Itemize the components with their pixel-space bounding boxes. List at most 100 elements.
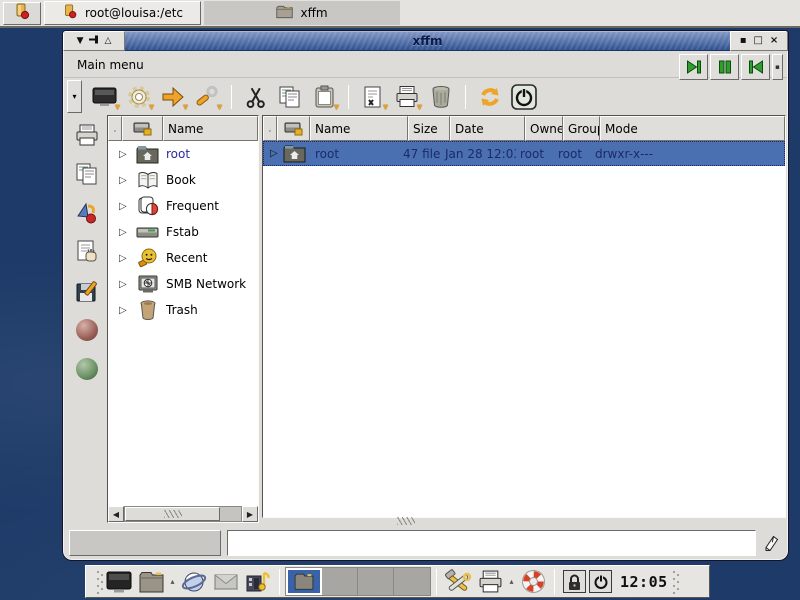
- side-green-sphere-button[interactable]: [72, 355, 102, 383]
- side-red-sphere-button[interactable]: [72, 316, 102, 344]
- main-menu-item[interactable]: Main menu: [64, 58, 144, 72]
- side-save-button[interactable]: [72, 277, 102, 305]
- panel-detach-button[interactable]: ▴: [506, 567, 517, 597]
- window-menu-icon[interactable]: ▼: [77, 37, 84, 46]
- panel-power-button[interactable]: [589, 570, 612, 593]
- panel-mail-button[interactable]: [210, 567, 242, 597]
- tree-item-fstab[interactable]: ▷ Fstab: [108, 219, 258, 245]
- mail-icon: [213, 572, 239, 591]
- tree-item-frequent[interactable]: ▷ Frequent: [108, 193, 258, 219]
- tree-item-root[interactable]: ▷ root: [108, 141, 258, 167]
- pin-icon[interactable]: [89, 34, 100, 48]
- expander-icon[interactable]: ▷: [119, 279, 129, 290]
- tree-icon-column-header[interactable]: [122, 116, 163, 141]
- side-select-button[interactable]: [72, 238, 102, 266]
- status-progress-box: [69, 530, 221, 556]
- panel-file-manager-button[interactable]: [135, 567, 167, 597]
- tree-item-label: Frequent: [166, 199, 219, 213]
- workspace-4[interactable]: [394, 568, 430, 595]
- panel-terminal-button[interactable]: [103, 567, 135, 597]
- file-sort-corner[interactable]: ,: [263, 116, 277, 141]
- tree-item-book[interactable]: ▷ Book: [108, 167, 258, 193]
- toolbar-collapse-button[interactable]: ▾: [67, 80, 82, 113]
- minimize-icon[interactable]: ▪: [740, 36, 747, 46]
- tree-item-smb-network[interactable]: ▷ SMB Network: [108, 271, 258, 297]
- taskbar-item-xffm[interactable]: xffm: [204, 1, 400, 25]
- launcher-button[interactable]: [3, 2, 41, 25]
- scrollbar-thumb[interactable]: [125, 507, 220, 521]
- panel-resize-grip-icon[interactable]: [397, 517, 415, 525]
- tree-item-trash[interactable]: ▷ Trash: [108, 297, 258, 323]
- workspace-3[interactable]: [358, 568, 394, 595]
- expander-icon[interactable]: ▷: [119, 305, 129, 316]
- column-header-size[interactable]: Size: [408, 116, 450, 141]
- panel-print-button[interactable]: [474, 567, 506, 597]
- close-icon[interactable]: ×: [770, 36, 778, 46]
- panel-browser-button[interactable]: [178, 567, 210, 597]
- scrollbar-track[interactable]: [124, 506, 242, 522]
- tree-sort-corner[interactable]: ,: [108, 116, 122, 141]
- file-icon-column-header[interactable]: [277, 116, 310, 141]
- pause-button[interactable]: [710, 54, 739, 80]
- copy-button[interactable]: [273, 81, 307, 112]
- panel-lock-button[interactable]: [563, 570, 586, 593]
- panel-media-button[interactable]: [242, 567, 274, 597]
- exit-button[interactable]: [507, 81, 541, 112]
- panel-help-button[interactable]: [517, 567, 549, 597]
- panel-grip-icon[interactable]: [96, 570, 103, 594]
- workspace-2[interactable]: [322, 568, 358, 595]
- column-header-date[interactable]: Date: [450, 116, 525, 141]
- expander-icon[interactable]: ▷: [119, 201, 129, 212]
- shade-icon[interactable]: △: [105, 37, 112, 46]
- file-row-root-selected[interactable]: ▷ root 47 files Jan 28 12:03 root root d…: [263, 141, 785, 166]
- refresh-button[interactable]: [473, 81, 507, 112]
- tree-name-column-header[interactable]: Name: [163, 116, 258, 141]
- device-icon: [133, 122, 152, 136]
- column-header-name[interactable]: Name: [310, 116, 408, 141]
- expander-icon[interactable]: ▷: [119, 149, 129, 160]
- side-differ-button[interactable]: [72, 199, 102, 227]
- side-copy-button[interactable]: [72, 160, 102, 188]
- workspace-1-active[interactable]: [286, 568, 322, 595]
- clear-button[interactable]: [756, 530, 783, 556]
- dropdown-badge-icon: ▾: [217, 103, 222, 113]
- command-input[interactable]: [227, 530, 756, 556]
- next-button[interactable]: [679, 54, 708, 80]
- tools-button[interactable]: ▾: [190, 81, 224, 112]
- cut-button[interactable]: [239, 81, 273, 112]
- tree-item-recent[interactable]: ▷ Recent: [108, 245, 258, 271]
- goto-button[interactable]: ▾: [156, 81, 190, 112]
- toolbar-separator: [348, 85, 349, 109]
- terminal-button[interactable]: ▾: [88, 81, 122, 112]
- side-print-button[interactable]: [72, 121, 102, 149]
- file-list-background[interactable]: [263, 166, 785, 517]
- power-icon: [511, 84, 537, 110]
- print-button[interactable]: ▾: [390, 81, 424, 112]
- row-expander-icon[interactable]: ▷: [264, 148, 278, 159]
- taskbar-item-terminal[interactable]: root@louisa:/etc: [44, 1, 201, 25]
- scroll-left-button[interactable]: ◀: [108, 506, 124, 522]
- taskbar-item-label: xffm: [300, 6, 327, 20]
- maximize-icon[interactable]: □: [753, 36, 762, 46]
- tree-item-label: Trash: [166, 303, 198, 317]
- panel-grip-icon[interactable]: [672, 570, 679, 594]
- panel-detach-button[interactable]: ▴: [167, 567, 178, 597]
- paste-button[interactable]: ▾: [307, 81, 341, 112]
- status-row: [69, 529, 783, 556]
- column-header-mode[interactable]: Mode: [600, 116, 785, 141]
- column-header-owner[interactable]: Owner: [525, 116, 563, 141]
- panel-separator: [436, 569, 437, 595]
- trash-button[interactable]: [424, 81, 458, 112]
- previous-button[interactable]: [741, 54, 770, 80]
- tools-icon: [445, 569, 472, 595]
- properties-button[interactable]: ▾: [356, 81, 390, 112]
- expander-icon[interactable]: ▷: [119, 175, 129, 186]
- expander-icon[interactable]: ▷: [119, 227, 129, 238]
- expander-icon[interactable]: ▷: [119, 253, 129, 264]
- column-header-group[interactable]: Group: [563, 116, 600, 141]
- titlebar-title-area[interactable]: xffm: [125, 31, 730, 51]
- settings-button[interactable]: ▾: [122, 81, 156, 112]
- media-more-button[interactable]: ▪: [772, 54, 783, 80]
- panel-tools-button[interactable]: [442, 567, 474, 597]
- scroll-right-button[interactable]: ▶: [242, 506, 258, 522]
